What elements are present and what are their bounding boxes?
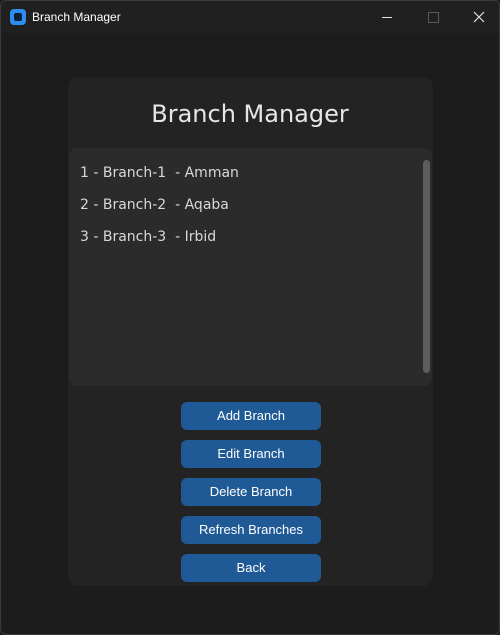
close-button[interactable] bbox=[456, 1, 499, 33]
close-icon bbox=[473, 11, 485, 23]
branch-listbox[interactable] bbox=[69, 148, 432, 386]
window-title: Branch Manager bbox=[32, 10, 121, 24]
list-scrollbar[interactable] bbox=[423, 160, 430, 373]
app-icon bbox=[10, 9, 26, 25]
maximize-button[interactable] bbox=[410, 1, 456, 33]
list-item[interactable]: 3 - Branch-3 - Irbid bbox=[80, 228, 216, 246]
edit-branch-button[interactable]: Edit Branch bbox=[181, 440, 321, 468]
minimize-button[interactable] bbox=[364, 1, 410, 33]
add-branch-button[interactable]: Add Branch bbox=[181, 402, 321, 430]
title-bar[interactable]: Branch Manager bbox=[1, 1, 499, 33]
list-item[interactable]: 2 - Branch-2 - Aqaba bbox=[80, 196, 229, 214]
list-item[interactable]: 1 - Branch-1 - Amman bbox=[80, 164, 239, 182]
back-button[interactable]: Back bbox=[181, 554, 321, 582]
page-title: Branch Manager bbox=[151, 100, 349, 128]
refresh-branches-button[interactable]: Refresh Branches bbox=[181, 516, 321, 544]
delete-branch-button[interactable]: Delete Branch bbox=[181, 478, 321, 506]
